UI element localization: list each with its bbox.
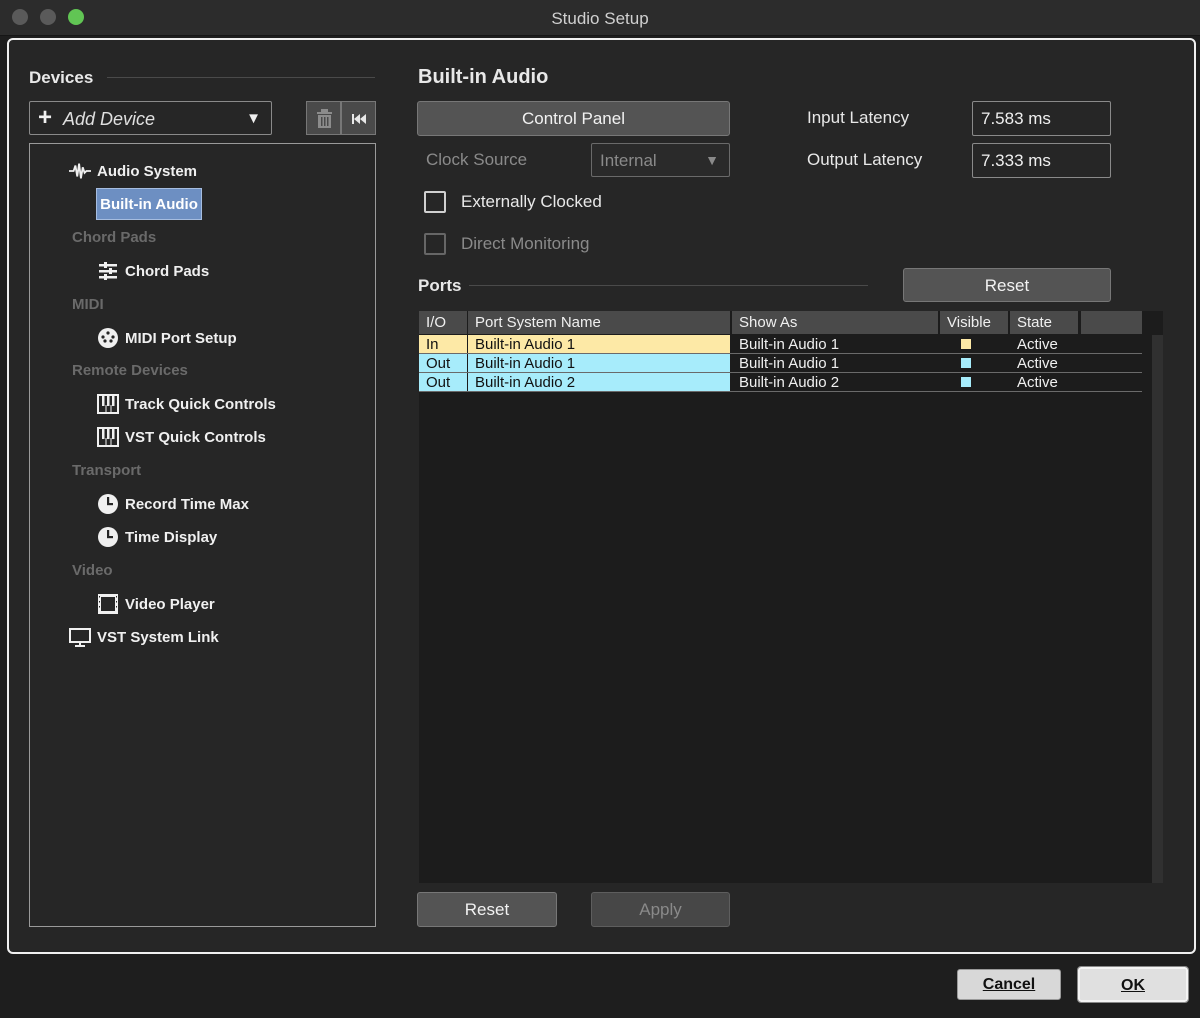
direct-monitoring-label: Direct Monitoring	[461, 234, 590, 253]
tree-item-built-in-audio[interactable]: Built-in Audio	[96, 188, 202, 220]
table-scrollbar[interactable]	[1152, 335, 1163, 883]
reset-button[interactable]: Reset	[417, 892, 557, 927]
table-row[interactable]: Out Built-in Audio 2 Built-in Audio 2 Ac…	[419, 373, 1142, 392]
monitor-icon	[69, 626, 91, 648]
category-chord-pads: Chord Pads	[72, 229, 157, 246]
waveform-icon	[69, 160, 91, 182]
output-latency-label: Output Latency	[807, 150, 923, 169]
column-header-empty	[1081, 311, 1142, 334]
keyboard-icon	[97, 393, 119, 415]
column-header-port-system-name[interactable]: Port System Name	[468, 311, 730, 334]
state-cell: Active	[1017, 374, 1058, 391]
window-title: Studio Setup	[551, 9, 649, 28]
cancel-button[interactable]: Cancel	[957, 969, 1061, 1000]
dropdown-arrow-icon: ▼	[246, 110, 261, 127]
state-cell: Active	[1017, 336, 1058, 353]
show-as-cell[interactable]: Built-in Audio 1	[732, 335, 938, 354]
visible-toggle[interactable]	[961, 377, 971, 387]
column-header-visible[interactable]: Visible	[940, 311, 1008, 334]
show-as-cell[interactable]: Built-in Audio 1	[732, 354, 938, 373]
clock-source-label: Clock Source	[426, 150, 528, 169]
sliders-icon	[97, 260, 119, 282]
externally-clocked-checkbox[interactable]	[424, 191, 446, 213]
ports-title: Ports	[418, 276, 462, 295]
midi-port-icon	[97, 327, 119, 349]
keyboard-icon	[97, 426, 119, 448]
control-panel-button[interactable]: Control Panel	[417, 101, 730, 136]
dropdown-arrow-icon: ▼	[705, 152, 719, 168]
output-latency-value: 7.333 ms	[972, 143, 1111, 178]
ports-table: I/O Port System Name Show As Visible Sta…	[419, 311, 1163, 883]
tree-item-label: Track Quick Controls	[125, 395, 276, 413]
delete-device-button[interactable]	[306, 101, 341, 135]
column-header-io[interactable]: I/O	[419, 311, 467, 334]
input-latency-value: 7.583 ms	[972, 101, 1111, 136]
tree-item-time-display[interactable]: Time Display	[97, 525, 217, 549]
port-system-name-cell: Built-in Audio 2	[468, 373, 730, 392]
category-remote-devices: Remote Devices	[72, 362, 188, 379]
port-system-name-cell: Built-in Audio 1	[468, 354, 730, 373]
externally-clocked-label: Externally Clocked	[461, 192, 602, 211]
tree-item-label: Time Display	[125, 528, 218, 546]
category-transport: Transport	[72, 462, 142, 479]
trash-icon	[317, 109, 332, 128]
clock-icon	[97, 526, 119, 548]
skip-back-icon	[352, 114, 366, 124]
tree-item-label: Record Time Max	[125, 495, 249, 513]
category-video: Video	[72, 562, 113, 579]
tree-item-track-quick-controls[interactable]: Track Quick Controls	[97, 392, 276, 416]
row-divider	[419, 391, 1142, 392]
clock-source-select[interactable]: Internal ▼	[591, 143, 730, 177]
devices-divider	[107, 77, 375, 78]
tree-item-label: Video Player	[125, 595, 215, 613]
tree-item-label: Chord Pads	[125, 262, 210, 280]
visible-toggle[interactable]	[961, 339, 971, 349]
column-header-state[interactable]: State	[1010, 311, 1078, 334]
tree-item-label: VST Quick Controls	[125, 428, 266, 446]
port-system-name-cell: Built-in Audio 1	[468, 335, 730, 354]
device-tree: Audio System Built-in Audio Chord Pads C…	[29, 143, 376, 927]
table-row[interactable]: In Built-in Audio 1 Built-in Audio 1 Act…	[419, 335, 1142, 354]
tree-item-video-player[interactable]: Video Player	[97, 592, 215, 616]
tree-item-label: MIDI Port Setup	[125, 329, 237, 347]
io-cell: Out	[419, 354, 467, 373]
reset-device-button[interactable]	[341, 101, 376, 135]
io-cell: In	[419, 335, 467, 354]
io-cell: Out	[419, 373, 467, 392]
tree-item-label: Audio System	[97, 162, 198, 180]
add-device-label: Add Device	[63, 109, 156, 129]
tree-item-label: VST System Link	[97, 628, 219, 646]
tree-item-midi-port-setup[interactable]: MIDI Port Setup	[97, 326, 237, 350]
column-header-show-as[interactable]: Show As	[732, 311, 938, 334]
plus-icon: +	[38, 104, 53, 131]
apply-button[interactable]: Apply	[591, 892, 730, 927]
input-latency-label: Input Latency	[807, 108, 910, 127]
title-bar: Studio Setup	[0, 0, 1200, 36]
tree-item-chord-pads[interactable]: Chord Pads	[97, 259, 209, 283]
tree-item-vst-system-link[interactable]: VST System Link	[69, 625, 219, 649]
table-row[interactable]: Out Built-in Audio 1 Built-in Audio 1 Ac…	[419, 354, 1142, 373]
ports-divider	[469, 285, 868, 286]
tree-item-vst-quick-controls[interactable]: VST Quick Controls	[97, 425, 266, 449]
film-icon	[97, 593, 119, 615]
devices-title: Devices	[29, 68, 94, 87]
category-midi: MIDI	[72, 296, 104, 313]
clock-icon	[97, 493, 119, 515]
clock-source-value: Internal	[600, 151, 657, 170]
tree-item-audio-system[interactable]: Audio System	[69, 159, 197, 183]
visible-toggle[interactable]	[961, 358, 971, 368]
show-as-cell[interactable]: Built-in Audio 2	[732, 373, 938, 392]
add-device-dropdown[interactable]: + Add Device ▼	[29, 101, 272, 135]
ok-button[interactable]: OK	[1077, 966, 1189, 1003]
direct-monitoring-checkbox[interactable]	[424, 233, 446, 255]
tree-item-record-time-max[interactable]: Record Time Max	[97, 492, 249, 516]
state-cell: Active	[1017, 355, 1058, 372]
panel-title: Built-in Audio	[418, 66, 549, 88]
ports-reset-button[interactable]: Reset	[903, 268, 1111, 302]
